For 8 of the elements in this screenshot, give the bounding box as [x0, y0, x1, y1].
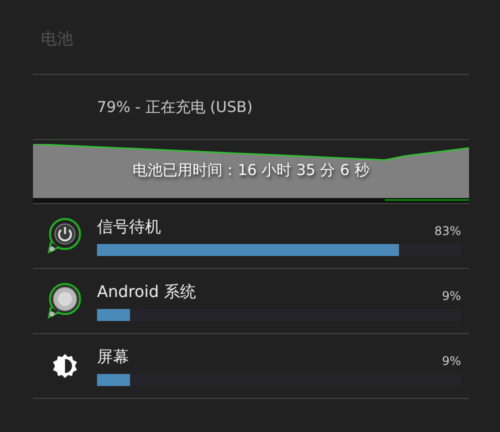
- usage-percent: 9%: [442, 354, 461, 368]
- app-name: 信号待机: [97, 216, 161, 238]
- usage-percent: 9%: [442, 288, 461, 302]
- usage-time: 电池已用时间：16 小时 35 分 6 秒: [132, 161, 370, 180]
- battery-status: 79% - 正在充电 (USB): [97, 98, 253, 116]
- usage-percent: 83%: [434, 224, 461, 238]
- app-name: 屏幕: [97, 346, 129, 368]
- app-name: Android 系统: [97, 282, 196, 302]
